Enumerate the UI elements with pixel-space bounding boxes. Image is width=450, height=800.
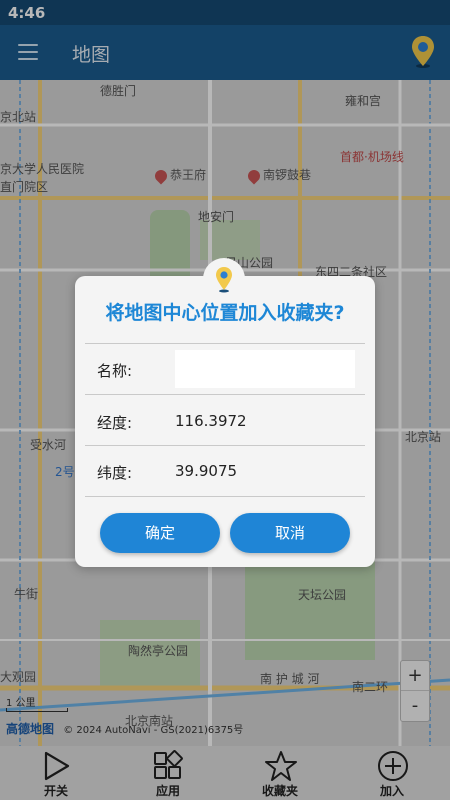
cancel-button[interactable]: 取消: [230, 513, 350, 553]
divider: [85, 496, 365, 497]
longitude-value: 116.3972: [175, 412, 247, 430]
longitude-label: 经度:: [97, 414, 133, 432]
divider: [85, 445, 365, 446]
name-input[interactable]: [175, 350, 355, 388]
dialog-title: 将地图中心位置加入收藏夹?: [105, 302, 345, 324]
dialog-pin: [203, 258, 245, 300]
latitude-label: 纬度:: [97, 464, 133, 482]
latitude-value: 39.9075: [175, 462, 238, 480]
map-pin-icon: [216, 267, 232, 293]
confirm-button[interactable]: 确定: [100, 513, 220, 553]
divider: [85, 343, 365, 344]
name-label: 名称:: [97, 362, 133, 380]
add-favorite-dialog: 将地图中心位置加入收藏夹? 名称: 经度: 116.3972 纬度: 39.90…: [75, 276, 375, 567]
divider: [85, 394, 365, 395]
